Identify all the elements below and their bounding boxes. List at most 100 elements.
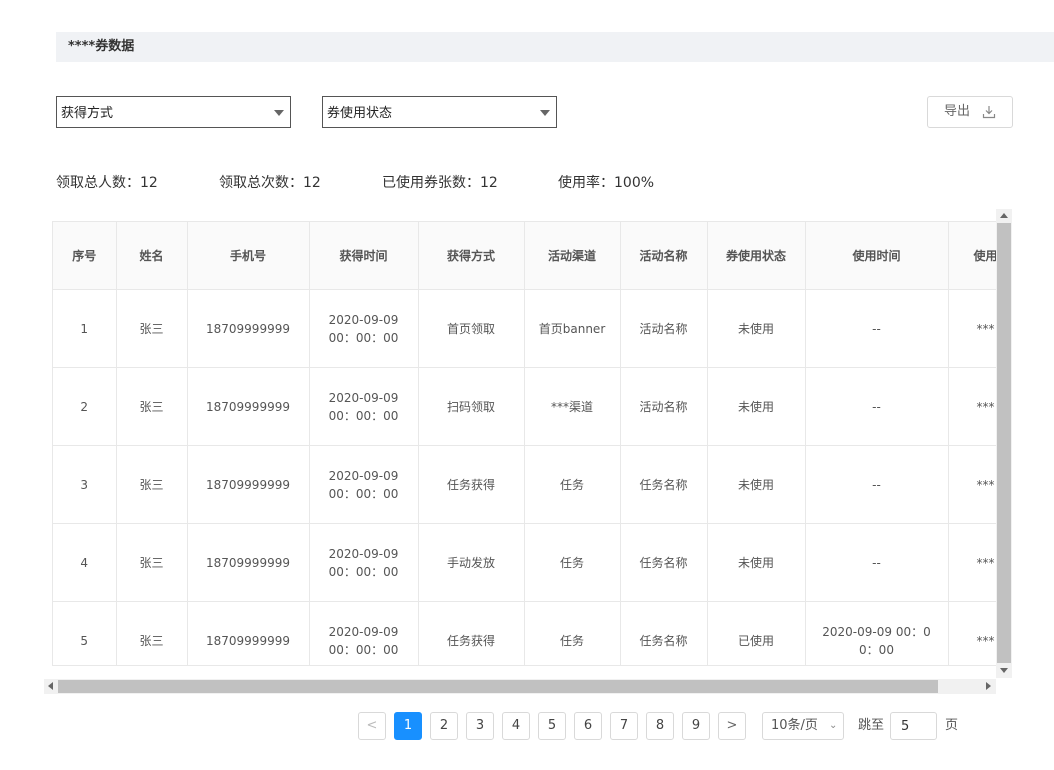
- section-title: ****券数据: [68, 39, 135, 54]
- table-cell: 首页领取: [418, 289, 525, 368]
- table-cell: ***|: [948, 367, 996, 446]
- table-row: 2 张三 18709999999 2020-09-09 00：00：00 扫码领…: [53, 367, 996, 446]
- scroll-right-icon[interactable]: [986, 682, 991, 690]
- usage-status-select[interactable]: 券使用状态: [322, 96, 557, 128]
- table-cell: 首页banner: [524, 289, 621, 368]
- table-cell: ***|: [948, 289, 996, 368]
- scroll-down-icon[interactable]: [1000, 668, 1008, 673]
- table-cell: 未使用: [707, 367, 806, 446]
- prev-page-button[interactable]: <: [358, 712, 386, 740]
- table-cell: 2020-09-09 00：00：00: [309, 601, 419, 665]
- caret-down-icon: [540, 110, 550, 116]
- table-cell: --: [805, 289, 949, 368]
- table-cell: 2020-09-09 00：00：00: [805, 601, 949, 665]
- table-cell: 未使用: [707, 289, 806, 368]
- caret-down-icon: [274, 110, 284, 116]
- table-cell: 18709999999: [187, 601, 310, 665]
- table-row: 4 张三 18709999999 2020-09-09 00：00：00 手动发…: [53, 523, 996, 602]
- stat-used-coupons: 已使用券张数：12: [382, 175, 498, 191]
- vertical-scrollbar[interactable]: [996, 209, 1012, 678]
- acquire-method-select[interactable]: 获得方式: [56, 96, 291, 128]
- jump-page-input[interactable]: [890, 712, 937, 740]
- column-header: 活动渠道: [524, 222, 621, 290]
- page-button-2[interactable]: 2: [430, 712, 458, 740]
- table-cell: 张三: [116, 445, 188, 524]
- table-cell: 2020-09-09 00：00：00: [309, 367, 419, 446]
- table-cell: 18709999999: [187, 445, 310, 524]
- table-cell: 2: [53, 367, 117, 446]
- table-cell: 活动名称: [620, 367, 708, 446]
- page-button-9[interactable]: 9: [682, 712, 710, 740]
- export-label: 导出: [944, 104, 971, 119]
- column-header: 手机号: [187, 222, 310, 290]
- column-header: 使用时间: [805, 222, 949, 290]
- table-cell: 18709999999: [187, 367, 310, 446]
- chevron-down-icon: ⌄: [829, 720, 838, 731]
- vertical-scroll-thumb[interactable]: [997, 223, 1011, 663]
- stat-usage-rate: 使用率：100%: [558, 175, 655, 191]
- column-header: 活动名称: [620, 222, 708, 290]
- table-cell: 2020-09-09 00：00：00: [309, 445, 419, 524]
- section-header: ****券数据: [56, 32, 1054, 62]
- horizontal-scrollbar[interactable]: [44, 679, 996, 694]
- page-button-1[interactable]: 1: [394, 712, 422, 740]
- horizontal-scroll-thumb[interactable]: [58, 680, 938, 693]
- coupon-table-viewport: 序号 姓名 手机号 获得时间 获得方式 活动渠道 活动名称 券使用状态 使用时间…: [52, 221, 996, 666]
- table-cell: 张三: [116, 601, 188, 665]
- column-header: 获得时间: [309, 222, 419, 290]
- page-button-6[interactable]: 6: [574, 712, 602, 740]
- download-icon: [982, 106, 996, 119]
- acquire-method-label: 获得方式: [61, 106, 114, 121]
- table-cell: 任务名称: [620, 445, 708, 524]
- table-cell: 未使用: [707, 445, 806, 524]
- page-button-8[interactable]: 8: [646, 712, 674, 740]
- page-button-3[interactable]: 3: [466, 712, 494, 740]
- scroll-left-icon[interactable]: [48, 682, 53, 690]
- column-header: 使用: [948, 222, 996, 290]
- table-cell: 3: [53, 445, 117, 524]
- table-cell: 2020-09-09 00：00：00: [309, 289, 419, 368]
- jump-to-label: 跳至: [858, 718, 885, 733]
- table-cell: 2020-09-09 00：00：00: [309, 523, 419, 602]
- table-cell: 任务: [524, 601, 621, 665]
- table-cell: 4: [53, 523, 117, 602]
- column-header: 获得方式: [418, 222, 525, 290]
- table-header-row: 序号 姓名 手机号 获得时间 获得方式 活动渠道 活动名称 券使用状态 使用时间…: [53, 222, 996, 290]
- table-cell: 张三: [116, 367, 188, 446]
- page-button-7[interactable]: 7: [610, 712, 638, 740]
- table-cell: 活动名称: [620, 289, 708, 368]
- table-cell: 任务: [524, 523, 621, 602]
- table-row: 5 张三 18709999999 2020-09-09 00：00：00 任务获…: [53, 601, 996, 665]
- page-button-4[interactable]: 4: [502, 712, 530, 740]
- table-cell: 18709999999: [187, 523, 310, 602]
- table-cell: 1: [53, 289, 117, 368]
- table-cell: 手动发放: [418, 523, 525, 602]
- table-cell: 任务名称: [620, 523, 708, 602]
- page-unit-label: 页: [945, 718, 959, 733]
- table-cell: 任务获得: [418, 601, 525, 665]
- column-header: 姓名: [116, 222, 188, 290]
- scroll-up-icon[interactable]: [1000, 213, 1008, 218]
- table-cell: ***渠道: [524, 367, 621, 446]
- table-cell: ***|: [948, 445, 996, 524]
- column-header: 序号: [53, 222, 117, 290]
- table-cell: ***|: [948, 523, 996, 602]
- coupon-table: 序号 姓名 手机号 获得时间 获得方式 活动渠道 活动名称 券使用状态 使用时间…: [53, 222, 996, 665]
- table-cell: --: [805, 523, 949, 602]
- page-button-5[interactable]: 5: [538, 712, 566, 740]
- table-cell: 已使用: [707, 601, 806, 665]
- table-cell: ***|: [948, 601, 996, 665]
- stat-total-people: 领取总人数：12: [56, 175, 158, 191]
- export-button[interactable]: 导出: [927, 96, 1013, 128]
- table-cell: 扫码领取: [418, 367, 525, 446]
- stat-total-claims: 领取总次数：12: [219, 175, 321, 191]
- next-page-button[interactable]: >: [718, 712, 746, 740]
- table-cell: 18709999999: [187, 289, 310, 368]
- table-cell: 任务名称: [620, 601, 708, 665]
- table-cell: 张三: [116, 523, 188, 602]
- table-cell: --: [805, 445, 949, 524]
- page-size-label: 10条/页: [771, 718, 818, 733]
- page-size-select[interactable]: 10条/页 ⌄: [762, 712, 844, 740]
- table-row: 3 张三 18709999999 2020-09-09 00：00：00 任务获…: [53, 445, 996, 524]
- column-header: 券使用状态: [707, 222, 806, 290]
